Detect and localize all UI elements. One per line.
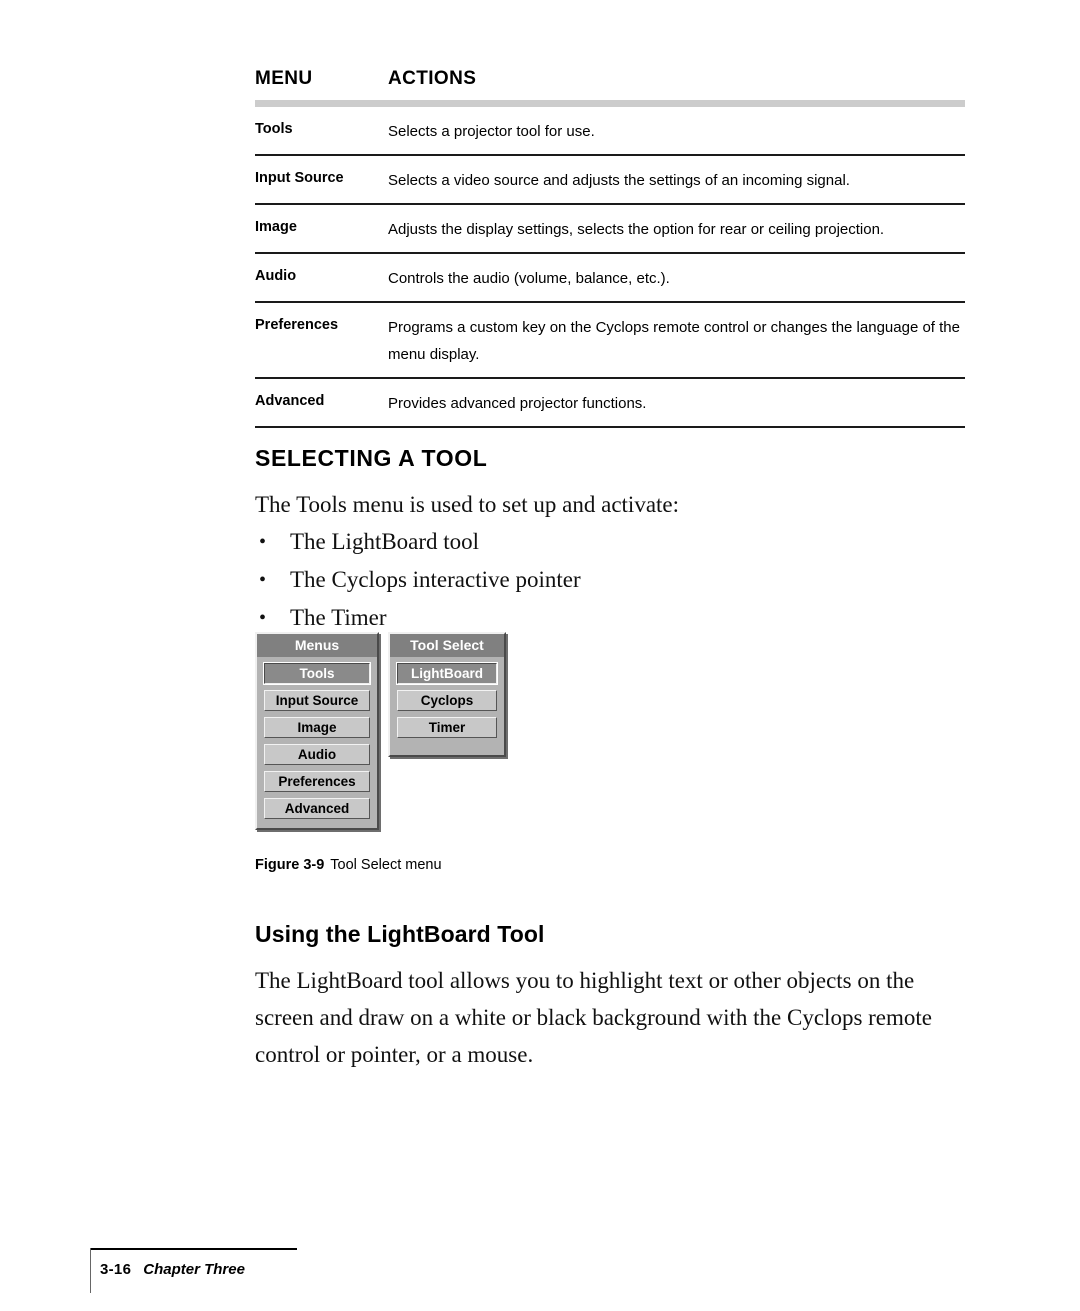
menu-item-input-source[interactable]: Input Source — [264, 690, 370, 711]
table-cell-menu: Preferences — [255, 317, 339, 333]
figure-number: Figure 3-9 — [255, 857, 325, 873]
table-cell-menu: Tools — [255, 121, 293, 137]
table-header-row: MENU ACTIONS — [255, 68, 965, 100]
list-item-label: The Cyclops interactive pointer — [290, 567, 581, 592]
tool-item-timer[interactable]: Timer — [397, 717, 497, 738]
table-cell-menu: Advanced — [255, 393, 325, 409]
table-cell-action: Programs a custom key on the Cyclops rem… — [388, 319, 960, 363]
page-number: 3-16 — [100, 1261, 132, 1278]
tool-bullet-list: • The LightBoard tool • The Cyclops inte… — [255, 523, 581, 637]
table-cell-action: Adjusts the display settings, selects th… — [388, 221, 885, 238]
table-header-menu: MENU — [255, 68, 313, 89]
menus-window-body: Tools Input Source Image Audio Preferenc… — [257, 657, 377, 827]
table-row: Image Adjusts the display settings, sele… — [255, 205, 965, 254]
menus-window-title: Menus — [257, 634, 377, 657]
bullet-icon: • — [259, 569, 267, 591]
table-header-bar — [255, 100, 965, 107]
table-cell-action: Selects a projector tool for use. — [388, 123, 595, 140]
menus-window: Menus Tools Input Source Image Audio Pre… — [255, 632, 379, 830]
section-intro-text: The Tools menu is used to set up and act… — [255, 492, 680, 517]
menu-item-audio[interactable]: Audio — [264, 744, 370, 765]
subsection-paragraph: The LightBoard tool allows you to highli… — [255, 968, 933, 1067]
subsection-heading: Using the LightBoard Tool — [255, 921, 545, 947]
menu-item-preferences[interactable]: Preferences — [264, 771, 370, 792]
list-item: • The Cyclops interactive pointer — [255, 561, 581, 599]
list-item: • The LightBoard tool — [255, 523, 581, 561]
menu-item-tools[interactable]: Tools — [263, 662, 371, 685]
tool-item-cyclops[interactable]: Cyclops — [397, 690, 497, 711]
figure-caption-text: Tool Select menu — [330, 857, 442, 873]
list-item-label: The LightBoard tool — [290, 529, 480, 554]
table-cell-action: Controls the audio (volume, balance, etc… — [388, 270, 670, 287]
footer-rule-horizontal — [90, 1248, 297, 1250]
table-cell-action: Provides advanced projector functions. — [388, 395, 647, 412]
tool-select-window: Tool Select LightBoard Cyclops Timer — [388, 632, 506, 757]
footer-rule-vertical — [90, 1248, 91, 1293]
document-page: MENU ACTIONS Tools Selects a projector t… — [0, 0, 1080, 1311]
footer-text: 3-16 Chapter Three — [100, 1261, 245, 1278]
table-row: Preferences Programs a custom key on the… — [255, 303, 965, 379]
tool-select-window-title: Tool Select — [390, 634, 504, 657]
table-cell-menu: Input Source — [255, 170, 344, 186]
table-cell-menu: Image — [255, 219, 297, 235]
menu-item-advanced[interactable]: Advanced — [264, 798, 370, 819]
table-row: Audio Controls the audio (volume, balanc… — [255, 254, 965, 303]
table-row: Tools Selects a projector tool for use. — [255, 107, 965, 156]
table-row: Input Source Selects a video source and … — [255, 156, 965, 205]
tool-item-lightboard[interactable]: LightBoard — [396, 662, 498, 685]
table-cell-action: Selects a video source and adjusts the s… — [388, 172, 850, 189]
tool-select-window-body: LightBoard Cyclops Timer — [390, 657, 504, 746]
menu-actions-table: MENU ACTIONS Tools Selects a projector t… — [255, 68, 965, 428]
chapter-label: Chapter Three — [143, 1261, 245, 1278]
section-heading: SELECTING A TOOL — [255, 445, 488, 471]
tool-select-figure: Menus Tools Input Source Image Audio Pre… — [255, 632, 515, 837]
bullet-icon: • — [259, 531, 267, 553]
table-row: Advanced Provides advanced projector fun… — [255, 379, 965, 428]
list-item-label: The Timer — [290, 605, 387, 630]
table-cell-menu: Audio — [255, 268, 297, 284]
figure-caption: Figure 3-9 Tool Select menu — [255, 857, 442, 873]
menu-item-image[interactable]: Image — [264, 717, 370, 738]
table-header-actions: ACTIONS — [388, 68, 477, 89]
